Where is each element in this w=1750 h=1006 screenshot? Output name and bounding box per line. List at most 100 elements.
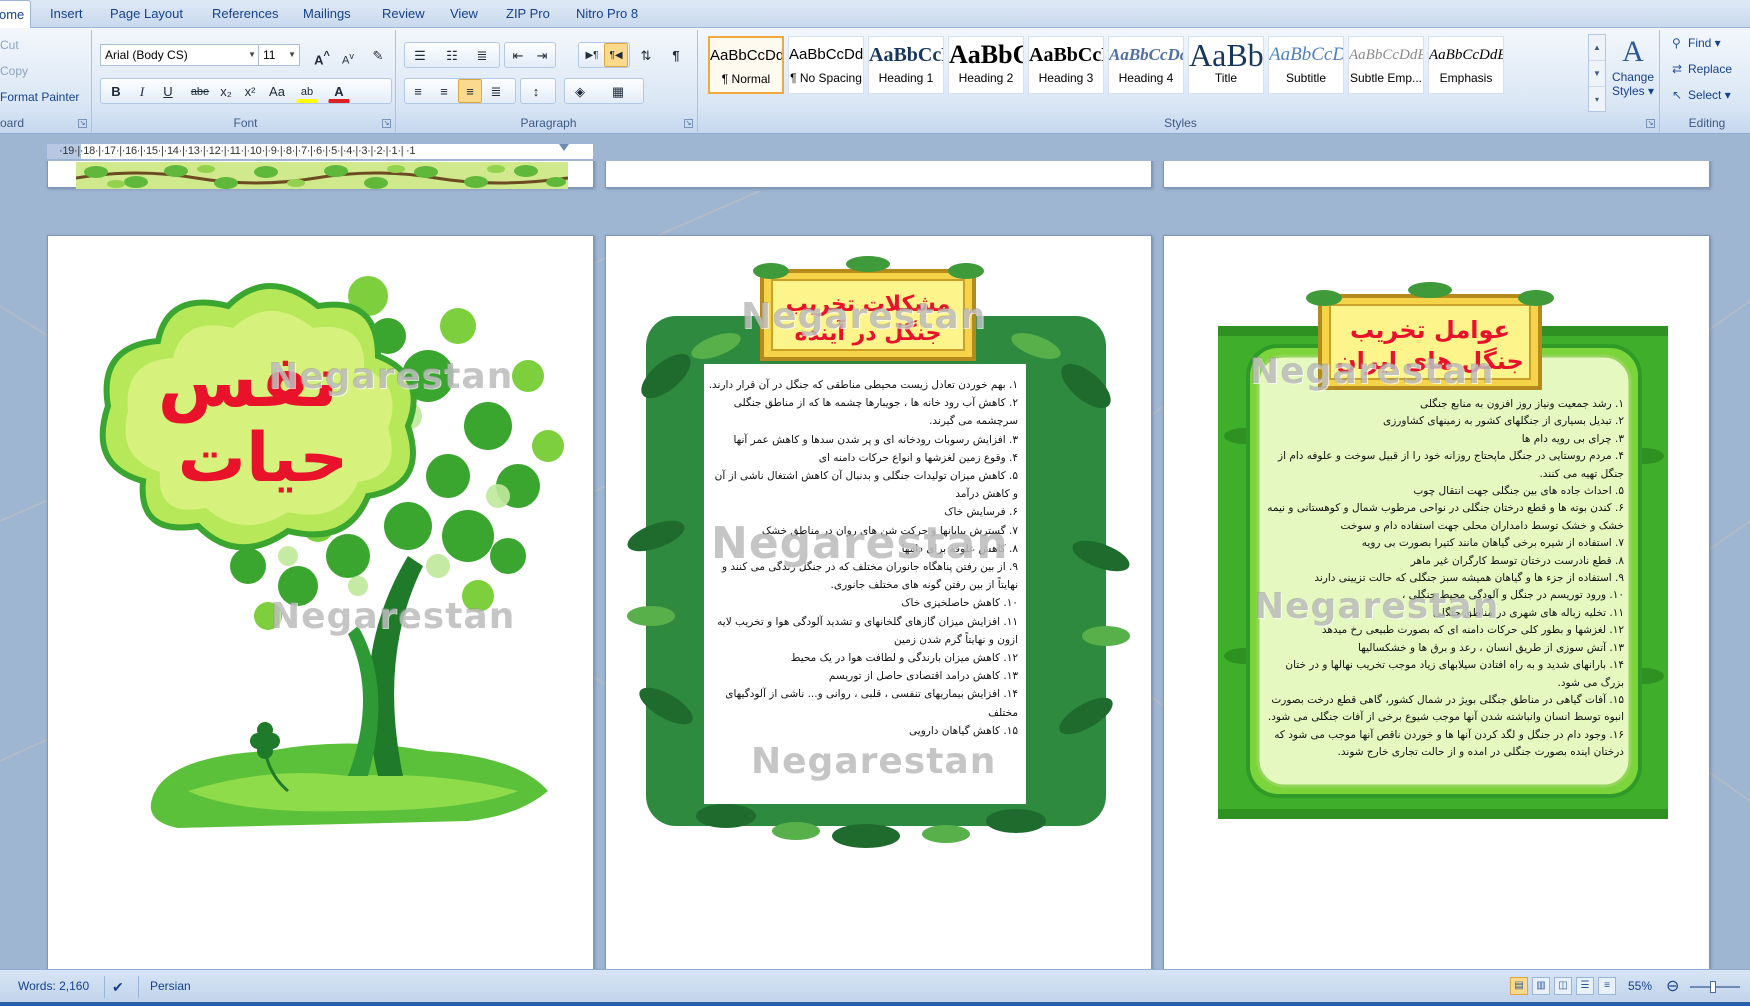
pilcrow-icon: ¶ [672, 48, 680, 63]
sort-button[interactable]: ⇅ [634, 43, 658, 67]
zoom-slider-thumb[interactable] [1709, 981, 1716, 993]
document-area[interactable]: نفس حیات Negarestan Negarestan مشکلات تخ… [0, 161, 1750, 969]
line-spacing-icon: ↕ [532, 84, 540, 99]
gallery-more-icon[interactable]: ▾ [1589, 87, 1605, 113]
outline-view-button[interactable]: ☰ [1576, 977, 1594, 995]
horizontal-ruler[interactable]: ·19·|·18·|·17·|·16·|·15·|·14·|·13·|·12·|… [46, 143, 594, 160]
highlight-button[interactable]: ab [296, 79, 318, 103]
list-item: ۱. بهم خوردن تعادل زیست محیطی مناطقی که … [708, 379, 1018, 391]
web-layout-button[interactable]: ◫ [1554, 977, 1572, 995]
full-screen-reading-button[interactable]: ▥ [1532, 977, 1550, 995]
tab-home[interactable]: ome [0, 0, 32, 28]
numbering-button[interactable]: ☷ [440, 43, 464, 67]
select-button[interactable]: ↖ Select ▾ [1672, 88, 1731, 102]
style-subtle-emphasis[interactable]: AaBbCcDdEe Subtle Emp... [1348, 36, 1424, 94]
align-right-button[interactable]: ≡ [458, 79, 482, 103]
style-no-spacing[interactable]: AaBbCcDdEe ¶ No Spacing [788, 36, 864, 94]
copy-button[interactable]: Copy [0, 64, 28, 78]
clipboard-launcher[interactable]: ↘ [78, 119, 87, 128]
strikethrough-button[interactable]: abe [188, 79, 212, 103]
font-name-combo[interactable]: Arial (Body CS) ▼ [100, 44, 260, 66]
chevron-down-icon: ▼ [288, 50, 296, 59]
spellcheck-icon[interactable]: ✔ [112, 979, 124, 996]
numbering-icon: ☷ [446, 48, 458, 63]
tab-insert[interactable]: Insert [44, 0, 89, 28]
font-size-combo[interactable]: 11 ▼ [258, 44, 300, 66]
page-problems: مشکلات تخریب جنگل در آینده ۱. بهم خوردن … [605, 235, 1152, 969]
format-painter-button[interactable]: Format Painter [0, 90, 79, 104]
list-item: ۱۳. آتش سوزی از طریق انسان ، رعد و برق ه… [1358, 641, 1624, 654]
underline-button[interactable]: U [156, 79, 180, 103]
shading-button[interactable]: ◈ [568, 79, 592, 103]
tab-mailings[interactable]: Mailings [297, 0, 357, 28]
gallery-down-icon[interactable]: ▼ [1589, 61, 1605, 87]
tab-review[interactable]: Review [376, 0, 431, 28]
show-marks-button[interactable]: ¶ [664, 43, 688, 67]
style-normal[interactable]: AaBbCcDdEe ¶ Normal [708, 36, 784, 94]
multilevel-list-icon: ≣ [476, 48, 488, 63]
bullets-button[interactable]: ☰ [408, 43, 432, 67]
cut-button[interactable]: Cut [0, 38, 19, 52]
styles-group-label: Styles [1164, 116, 1197, 130]
style-title[interactable]: AaBbCcDdEe Title [1188, 36, 1264, 94]
justify-button[interactable]: ≣ [484, 79, 508, 103]
decrease-indent-button[interactable]: ⇤ [506, 43, 530, 67]
superscript-button[interactable]: x² [238, 79, 262, 103]
styles-launcher[interactable]: ↘ [1646, 119, 1655, 128]
gallery-up-icon[interactable]: ▲ [1589, 35, 1605, 61]
tab-zip-pro[interactable]: ZIP Pro [500, 0, 556, 28]
list-item: ۱۶. وجود دام در جنگل و لگد کردن آنها ها … [1274, 728, 1624, 759]
line-spacing-button[interactable]: ↕ [524, 79, 548, 103]
tab-references[interactable]: References [206, 0, 284, 28]
style-subtitle[interactable]: AaBbCcDdEe Subtitle [1268, 36, 1344, 94]
grow-font-button[interactable]: A^ [310, 43, 334, 67]
list-item: ۵. کاهش میزان تولیدات جنگلی و بدنبال آن … [714, 470, 1018, 501]
style-emphasis[interactable]: AaBbCcDdEe Emphasis [1428, 36, 1504, 94]
zoom-out-icon[interactable]: ⊖ [1666, 976, 1679, 996]
tab-view[interactable]: View [444, 0, 484, 28]
indent-marker[interactable] [559, 144, 569, 159]
rtl-button[interactable]: ¶◀ [604, 43, 628, 67]
change-styles-button[interactable]: A Change Styles ▾ [1610, 34, 1656, 114]
print-layout-view-button[interactable]: ▤ [1510, 977, 1528, 995]
tab-page-layout[interactable]: Page Layout [104, 0, 189, 28]
multilevel-list-button[interactable]: ≣ [470, 43, 494, 67]
font-color-button[interactable]: A [328, 79, 350, 103]
style-heading-4[interactable]: AaBbCcDdEe Heading 4 [1108, 36, 1184, 94]
style-heading-1[interactable]: AaBbCcDdEe Heading 1 [868, 36, 944, 94]
clear-formatting-button[interactable]: ✎ [366, 43, 390, 67]
style-heading-3[interactable]: AaBbCcDdEe Heading 3 [1028, 36, 1104, 94]
list-item: ۲. تبدیل بسیاری از جنگلهای کشور به زمینه… [1383, 415, 1624, 428]
draft-view-button[interactable]: ≡ [1598, 977, 1616, 995]
list-item: ۲. کاهش آب رود خانه ها ، جویبارها چشمه ه… [733, 397, 1018, 428]
language-indicator[interactable]: Persian [150, 979, 191, 993]
increase-indent-button[interactable]: ⇥ [530, 43, 554, 67]
find-button[interactable]: ⚲ Find ▾ [1672, 36, 1721, 50]
borders-button[interactable]: ▦ [606, 79, 630, 103]
italic-button[interactable]: I [130, 79, 154, 103]
zoom-slider[interactable] [1690, 981, 1740, 993]
rtl-icon: ¶◀ [609, 50, 623, 61]
word-count[interactable]: Words: 2,160 [18, 979, 89, 993]
list-item: ۴. وقوع زمین لغزشها و انواع حرکات دامنه … [818, 451, 1018, 464]
list-item: ۱۰. کاهش حاصلخیزی خاک [901, 597, 1018, 610]
list-item: ۱۴. افزایش بیماریهای تنفسی ، قلبی ، روان… [725, 688, 1018, 719]
ltr-button[interactable]: ▶¶ [580, 43, 604, 67]
tab-nitro-pro[interactable]: Nitro Pro 8 [570, 0, 644, 28]
bold-button[interactable]: B [104, 79, 128, 103]
replace-button[interactable]: ⇄ Replace [1672, 62, 1732, 76]
align-left-button[interactable]: ≡ [406, 79, 430, 103]
change-case-button[interactable]: Aa [262, 79, 292, 103]
subscript-button[interactable]: x₂ [214, 79, 238, 103]
watermark-text: Negarestan [270, 596, 516, 637]
watermark-text: Negarestan [268, 356, 514, 397]
align-center-button[interactable]: ≡ [432, 79, 456, 103]
styles-gallery-scroll[interactable]: ▲ ▼ ▾ [1588, 34, 1606, 112]
paragraph-launcher[interactable]: ↘ [684, 119, 693, 128]
font-launcher[interactable]: ↘ [382, 119, 391, 128]
paragraph-group: ☰ ☷ ≣ ⇤ ⇥ ▶¶ ¶◀ ⇅ ¶ ≡ ≡ ≡ ≣ ↕ ◈ ▦ Paragr… [400, 30, 698, 132]
style-heading-2[interactable]: AaBbCcDdEe Heading 2 [948, 36, 1024, 94]
shrink-font-button[interactable]: Av [336, 43, 360, 67]
page-cover: نفس حیات Negarestan Negarestan [47, 235, 594, 969]
zoom-level[interactable]: 55% [1628, 979, 1652, 993]
